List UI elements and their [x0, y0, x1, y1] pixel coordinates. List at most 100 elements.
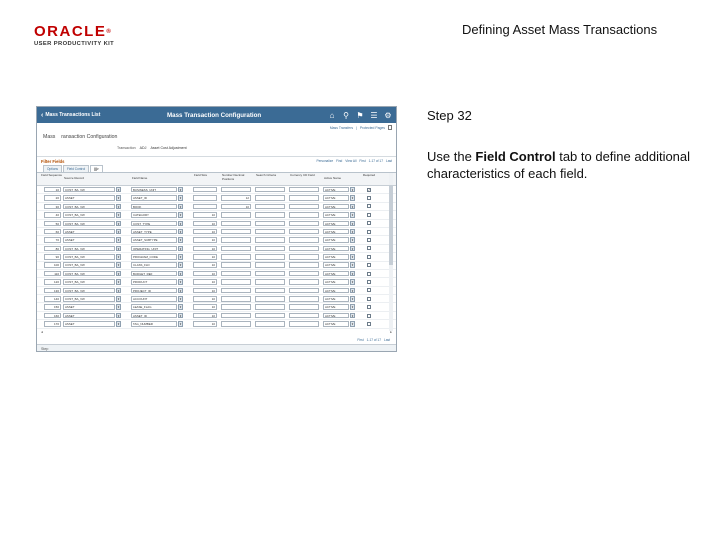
currency-field-input[interactable]: [289, 212, 319, 218]
field-sequence-input[interactable]: 60: [44, 228, 61, 235]
active-name-input[interactable]: ACTIVE: [323, 270, 349, 277]
vertical-scrollbar[interactable]: [389, 173, 393, 331]
field-sequence-input[interactable]: 100: [44, 262, 61, 268]
active-name-input[interactable]: ACTIVE: [323, 195, 349, 201]
decimal-input[interactable]: 12: [221, 195, 251, 201]
tab-options[interactable]: Options: [43, 165, 62, 172]
field-name-input[interactable]: ASSET_SUBTYPE: [131, 237, 177, 243]
dropdown-arrow-icon[interactable]: ▾: [116, 186, 121, 193]
field-name-input[interactable]: OPERATING_UNIT: [131, 245, 177, 252]
active-name-input[interactable]: ACTIVE: [323, 262, 349, 268]
col-required[interactable]: Required: [359, 173, 379, 185]
tab-field-control[interactable]: Field Control: [63, 165, 90, 172]
search-criteria-input[interactable]: [255, 195, 285, 201]
field-size-input[interactable]: 10: [193, 321, 217, 327]
field-size-input[interactable]: 10: [193, 304, 217, 310]
field-size-input[interactable]: 10: [193, 212, 217, 218]
currency-field-input[interactable]: [289, 228, 319, 235]
dropdown-arrow-icon[interactable]: ▾: [350, 186, 355, 193]
dropdown-arrow-icon[interactable]: ▾: [350, 270, 355, 277]
search-criteria-input[interactable]: [255, 186, 285, 193]
dropdown-arrow-icon[interactable]: ▾: [116, 312, 121, 319]
dropdown-arrow-icon[interactable]: ▾: [116, 195, 121, 201]
scroll-thumb[interactable]: [389, 185, 393, 265]
dropdown-arrow-icon[interactable]: ▾: [178, 203, 183, 210]
dropdown-arrow-icon[interactable]: ▾: [178, 195, 183, 201]
currency-field-input[interactable]: [289, 287, 319, 294]
field-sequence-input[interactable]: 80: [44, 245, 61, 252]
source-record-input[interactable]: COST_BA_VW: [63, 203, 115, 210]
dropdown-arrow-icon[interactable]: ▾: [178, 279, 183, 285]
active-name-input[interactable]: ACTIVE: [323, 287, 349, 294]
field-size-input[interactable]: 10: [193, 254, 217, 260]
dropdown-arrow-icon[interactable]: ▾: [350, 262, 355, 268]
field-size-input[interactable]: [193, 203, 217, 210]
source-record-input[interactable]: COST_BA_VW: [63, 296, 115, 302]
search-criteria-input[interactable]: [255, 296, 285, 302]
field-sequence-input[interactable]: 40: [44, 212, 61, 218]
field-name-input[interactable]: PROJECT_ID: [131, 287, 177, 294]
currency-field-input[interactable]: [289, 312, 319, 319]
search-criteria-input[interactable]: [255, 279, 285, 285]
dropdown-arrow-icon[interactable]: ▾: [350, 279, 355, 285]
active-name-input[interactable]: ACTIVE: [323, 321, 349, 327]
search-criteria-input[interactable]: [255, 262, 285, 268]
currency-field-input[interactable]: [289, 270, 319, 277]
dropdown-arrow-icon[interactable]: ▾: [116, 254, 121, 260]
dropdown-arrow-icon[interactable]: ▾: [350, 245, 355, 252]
dropdown-arrow-icon[interactable]: ▾: [350, 220, 355, 226]
active-name-input[interactable]: ACTIVE: [323, 304, 349, 310]
dropdown-arrow-icon[interactable]: ▾: [178, 220, 183, 226]
gear-icon[interactable]: ⚙: [384, 111, 392, 120]
decimal-input[interactable]: [221, 321, 251, 327]
decimal-input[interactable]: [221, 262, 251, 268]
source-record-input[interactable]: COST_BA_VW: [63, 186, 115, 193]
field-sequence-input[interactable]: 120: [44, 279, 61, 285]
field-sequence-input[interactable]: 50: [44, 220, 61, 226]
source-record-input[interactable]: COST_BA_VW: [63, 212, 115, 218]
source-record-input[interactable]: ASSET: [63, 304, 115, 310]
currency-field-input[interactable]: [289, 220, 319, 226]
decimal-input[interactable]: [221, 270, 251, 277]
col-search-criteria[interactable]: Search Criteria: [255, 173, 289, 185]
active-name-input[interactable]: ACTIVE: [323, 279, 349, 285]
field-size-input[interactable]: 10: [193, 228, 217, 235]
search-criteria-input[interactable]: [255, 212, 285, 218]
field-size-input[interactable]: 10: [193, 312, 217, 319]
menu-icon[interactable]: ☰: [370, 111, 378, 120]
dropdown-arrow-icon[interactable]: ▾: [178, 287, 183, 294]
search-criteria-input[interactable]: [255, 304, 285, 310]
home-icon[interactable]: ⌂: [328, 111, 336, 120]
dropdown-arrow-icon[interactable]: ▾: [116, 279, 121, 285]
currency-field-input[interactable]: [289, 304, 319, 310]
dropdown-arrow-icon[interactable]: ▾: [350, 195, 355, 201]
dropdown-arrow-icon[interactable]: ▾: [178, 186, 183, 193]
currency-field-input[interactable]: [289, 279, 319, 285]
col-source-record[interactable]: Source Record: [63, 173, 131, 185]
required-checkbox[interactable]: [367, 204, 371, 209]
currency-field-input[interactable]: [289, 254, 319, 260]
active-name-input[interactable]: ACTIVE: [323, 237, 349, 243]
field-name-input[interactable]: TAG_NUMBER: [131, 321, 177, 327]
dropdown-arrow-icon[interactable]: ▾: [116, 212, 121, 218]
actions-icon[interactable]: ⚑: [356, 111, 364, 120]
field-sequence-input[interactable]: 130: [44, 287, 61, 294]
active-name-input[interactable]: ACTIVE: [323, 203, 349, 210]
source-record-input[interactable]: COST_BA_VW: [63, 262, 115, 268]
field-name-input[interactable]: CATEGORY: [131, 212, 177, 218]
source-record-input[interactable]: ASSET: [63, 237, 115, 243]
required-checkbox[interactable]: [367, 254, 371, 259]
field-name-input[interactable]: BUDGET_REF: [131, 270, 177, 277]
active-name-input[interactable]: ACTIVE: [323, 212, 349, 218]
horizontal-scrollbar[interactable]: ◂ ▸: [37, 329, 396, 336]
field-name-input[interactable]: ASSET_ID: [131, 312, 177, 319]
required-checkbox[interactable]: [367, 296, 371, 301]
required-checkbox[interactable]: [367, 212, 371, 217]
decimal-input[interactable]: 10: [221, 203, 251, 210]
field-size-input[interactable]: 10: [193, 296, 217, 302]
decimal-input[interactable]: [221, 220, 251, 226]
currency-field-input[interactable]: [289, 195, 319, 201]
required-checkbox[interactable]: [367, 305, 371, 310]
decimal-input[interactable]: [221, 186, 251, 193]
source-record-input[interactable]: ASSET: [63, 321, 115, 327]
